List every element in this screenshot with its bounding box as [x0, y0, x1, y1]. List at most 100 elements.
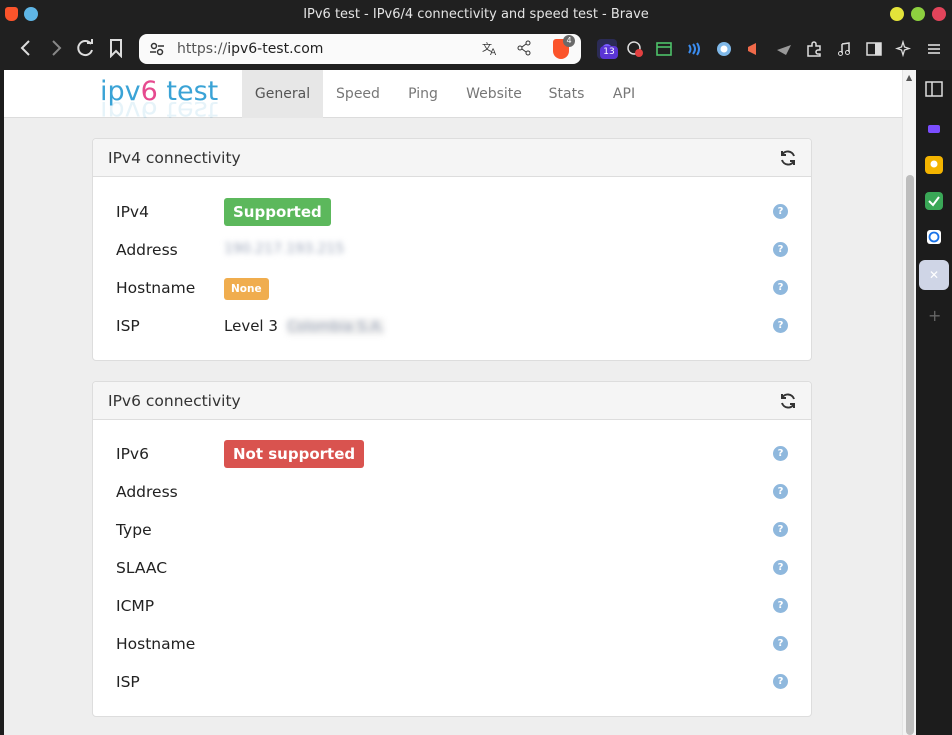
minimize-button[interactable]	[890, 7, 904, 21]
ipv4-hostname-none-badge: None	[224, 278, 269, 300]
sidebar-keep-icon[interactable]	[925, 156, 943, 174]
extension-plane-icon[interactable]	[774, 39, 794, 59]
ipv4-panel-header: IPv4 connectivity	[93, 139, 811, 177]
page-viewport: ipv6 test ipv6 test General Speed Ping W…	[4, 70, 916, 735]
ipv4-support-row: IPv4 Supported ?	[116, 198, 796, 226]
ipv6-refresh-icon[interactable]	[779, 392, 797, 410]
page-scrollbar[interactable]: ▲	[902, 70, 916, 735]
sidebar-add-icon[interactable]: +	[928, 306, 941, 325]
tab-api[interactable]: API	[598, 70, 650, 118]
ipv4-isp-label: ISP	[116, 317, 140, 335]
tab-website[interactable]: Website	[453, 70, 535, 118]
forward-arrow-icon	[52, 40, 62, 56]
ipv4-refresh-icon[interactable]	[779, 149, 797, 167]
ipv6-slaac-row: SLAAC ?	[116, 554, 796, 582]
help-icon[interactable]: ?	[773, 280, 788, 295]
ipv6-type-row: Type ?	[116, 516, 796, 544]
tab-general[interactable]: General	[242, 70, 323, 118]
bookmark-icon	[110, 39, 122, 59]
help-icon[interactable]: ?	[773, 242, 788, 257]
ipv6-panel-title: IPv6 connectivity	[108, 392, 241, 410]
url-text[interactable]: https://ipv6-test.com	[177, 41, 323, 57]
sidebar-purple-app-icon[interactable]	[925, 120, 943, 138]
address-bar[interactable]: https://ipv6-test.com 文A 4	[139, 34, 581, 64]
url-host: ipv6-test.com	[227, 41, 324, 57]
reload-button[interactable]	[74, 38, 98, 60]
sidebar-calendar-icon[interactable]	[925, 228, 943, 246]
scroll-up-arrow-icon[interactable]: ▲	[906, 73, 912, 82]
window-titlebar: IPv6 test - IPv6/4 connectivity and spee…	[0, 0, 952, 29]
tab-speed[interactable]: Speed	[323, 70, 393, 118]
share-icon[interactable]	[515, 40, 533, 58]
ipv6-slaac-label: SLAAC	[116, 559, 168, 577]
ipv6-support-row: IPv6 Not supported ?	[116, 440, 796, 468]
help-icon[interactable]: ?	[773, 674, 788, 689]
help-icon[interactable]: ?	[773, 204, 788, 219]
ipv4-panel-title: IPv4 connectivity	[108, 149, 241, 167]
ipv6-hostname-row: Hostname ?	[116, 630, 796, 658]
ipv6-type-label: Type	[116, 521, 152, 539]
ipv6-panel: IPv6 connectivity IPv6 Not supported ? A…	[92, 381, 812, 717]
help-icon[interactable]: ?	[773, 598, 788, 613]
browser-menu-icon[interactable]	[924, 39, 944, 59]
reload-icon	[77, 39, 93, 57]
url-protocol: https://	[177, 41, 228, 57]
help-icon[interactable]: ?	[773, 522, 788, 537]
sidebar-panel-icon[interactable]	[925, 80, 943, 98]
close-window-button[interactable]	[932, 7, 946, 21]
browser-sidebar: ✕ +	[916, 70, 952, 735]
ipv4-isp-value: Level 3	[224, 317, 278, 335]
extension-circle-icon[interactable]	[714, 39, 734, 59]
help-icon[interactable]: ?	[773, 318, 788, 333]
help-icon[interactable]: ?	[773, 484, 788, 499]
help-icon[interactable]: ?	[773, 636, 788, 651]
ipv4-isp-redacted: Colombia S.A.	[287, 319, 385, 335]
help-icon[interactable]: ?	[773, 560, 788, 575]
window-title: IPv6 test - IPv6/4 connectivity and spee…	[303, 7, 649, 22]
ipv6-panel-header: IPv6 connectivity	[93, 382, 811, 420]
translate-icon[interactable]: 文A	[481, 40, 499, 58]
sidebar-tasks-icon[interactable]	[925, 192, 943, 210]
ipv6-isp-row: ISP ?	[116, 668, 796, 696]
ipv6-address-label: Address	[116, 483, 178, 501]
leo-ai-sparkle-icon[interactable]	[894, 39, 914, 59]
media-music-icon[interactable]	[834, 39, 854, 59]
extension-globe-blocked-icon[interactable]	[625, 39, 645, 59]
site-logo-reflection: ipv6 test	[100, 102, 219, 118]
ipv4-hostname-label: Hostname	[116, 279, 196, 297]
ipv6-hostname-label: Hostname	[116, 635, 196, 653]
browser-toolbar: https://ipv6-test.com 文A 4	[0, 29, 952, 70]
ipv4-address-value: 190.217.193.215	[224, 241, 345, 257]
back-button[interactable]	[14, 38, 38, 60]
ipv6-isp-label: ISP	[116, 673, 140, 691]
forward-button[interactable]	[44, 38, 68, 60]
ipv4-hostname-row: Hostname None ?	[116, 274, 796, 302]
ipv4-support-label: IPv4	[116, 203, 149, 221]
scrollbar-thumb[interactable]	[906, 175, 914, 735]
extension-wave-icon[interactable]	[684, 39, 704, 59]
ipv4-isp-row: ISP Level 3 Colombia S.A. ?	[116, 312, 796, 340]
ipv6-not-supported-badge: Not supported	[224, 440, 365, 468]
ipv6-icmp-row: ICMP ?	[116, 592, 796, 620]
ipv6-support-label: IPv6	[116, 445, 149, 463]
ipv4-panel: IPv4 connectivity IPv4 Supported ? Addre…	[92, 138, 812, 361]
sidebar-toggle-icon[interactable]	[864, 39, 884, 59]
extension-megaphone-icon[interactable]	[744, 39, 764, 59]
ipv6-address-row: Address ?	[116, 478, 796, 506]
site-header: ipv6 test ipv6 test General Speed Ping W…	[4, 70, 902, 118]
sidebar-active-close-icon[interactable]: ✕	[919, 260, 949, 290]
back-arrow-icon	[20, 40, 30, 56]
tab-stats[interactable]: Stats	[535, 70, 598, 118]
site-info-icon[interactable]	[149, 41, 165, 57]
ipv4-address-row: Address 190.217.193.215 ?	[116, 236, 796, 264]
bookmark-button[interactable]	[104, 38, 128, 60]
extension-count-badge: 13	[600, 46, 618, 59]
ipv4-address-label: Address	[116, 241, 178, 259]
maximize-button[interactable]	[911, 7, 925, 21]
svg-text:A: A	[490, 48, 497, 56]
tab-ping[interactable]: Ping	[393, 70, 453, 118]
ipv4-supported-badge: Supported	[224, 198, 331, 226]
help-icon[interactable]: ?	[773, 446, 788, 461]
extension-green-window-icon[interactable]	[654, 39, 674, 59]
extensions-puzzle-icon[interactable]	[804, 39, 824, 59]
